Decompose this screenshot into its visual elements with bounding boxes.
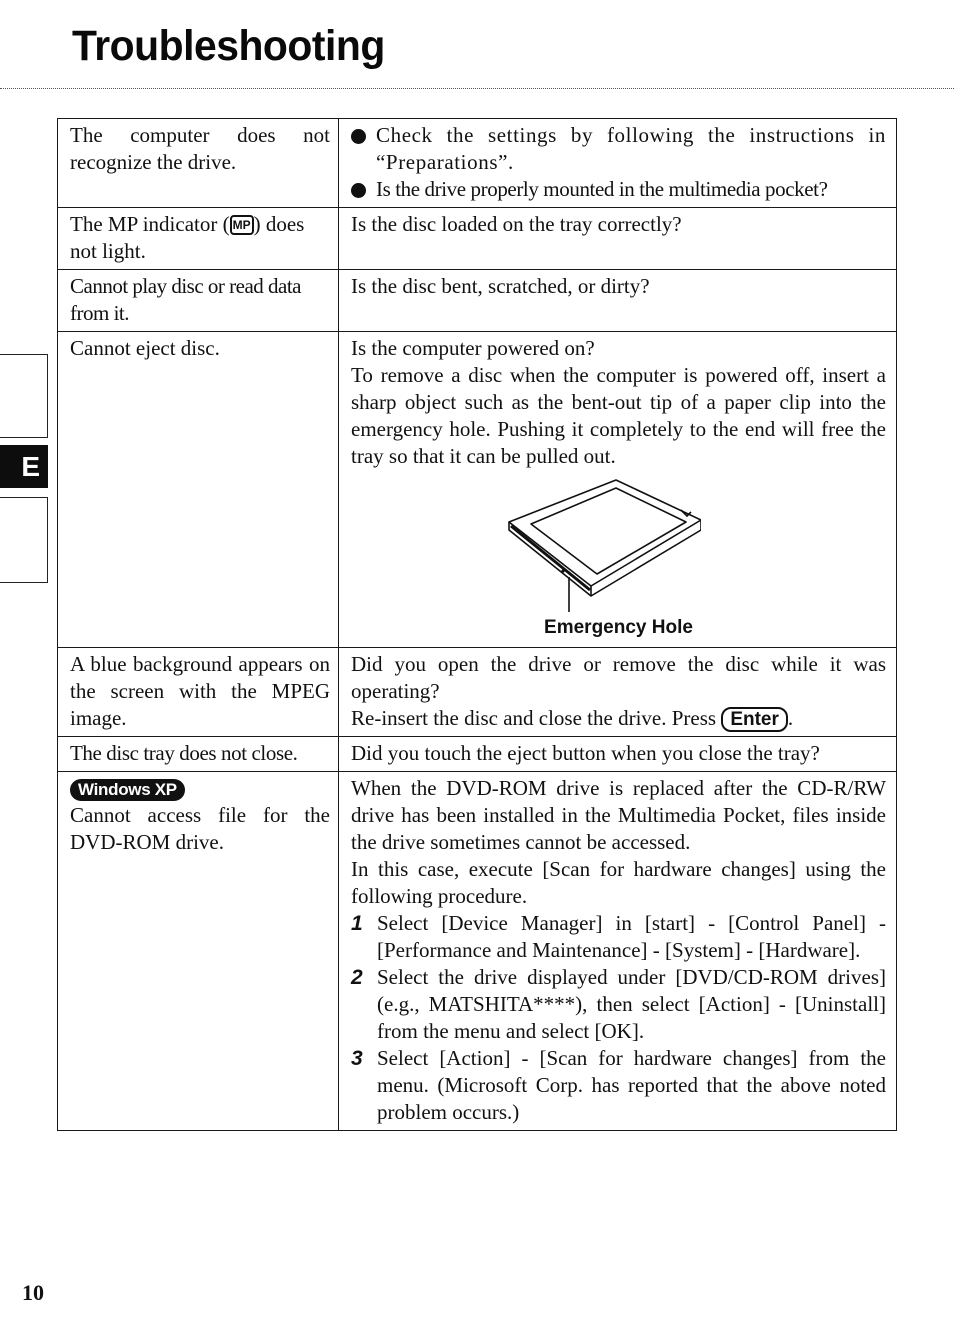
symptom-cell: The disc tray does not close. [57, 736, 339, 772]
side-tab-section: E [0, 445, 48, 488]
title-divider [0, 88, 954, 89]
table-row: The MP indicator (MP) does not light. Is… [57, 207, 897, 270]
symptom-cell: The computer does not recognize the driv… [57, 118, 339, 208]
windows-xp-badge: Windows XP [70, 779, 185, 801]
troubleshooting-table: The computer does not recognize the driv… [57, 118, 897, 1131]
remedy-cell: Check the settings by following the inst… [338, 118, 897, 208]
procedure-step: 2 Select the drive displayed under [DVD/C… [351, 965, 886, 1043]
procedure-step: 3 Select [Action] - [Scan for hardware ch… [351, 1046, 886, 1124]
remedy-cell: When the DVD-ROM drive is replaced after… [338, 771, 897, 1131]
remedy-cell: Is the disc loaded on the tray correctly… [338, 207, 897, 270]
bullet-icon [351, 183, 366, 198]
remedy-line: In this case, execute [Scan for hardware… [351, 857, 886, 908]
table-row: Cannot eject disc. Is the computer power… [57, 331, 897, 648]
page-number: 10 [22, 1280, 44, 1305]
page-title: Troubleshooting [72, 22, 385, 70]
remedy-bullet: Is the drive properly mounted in the mul… [351, 176, 886, 203]
table-row: The computer does not recognize the driv… [57, 118, 897, 208]
remedy-line: To remove a disc when the computer is po… [351, 363, 886, 468]
symptom-cell: Windows XP Cannot access file for the DV… [57, 771, 339, 1131]
symptom-cell: A blue background appears on the screen … [57, 647, 339, 737]
symptom-cell: Cannot eject disc. [57, 331, 339, 648]
remedy-cell: Did you open the drive or remove the dis… [338, 647, 897, 737]
side-tab-label: E [21, 450, 40, 482]
side-tab-blank-bottom [0, 497, 48, 583]
table-row: Cannot play disc or read data from it. I… [57, 269, 897, 332]
table-row: Windows XP Cannot access file for the DV… [57, 771, 897, 1131]
symptom-cell: The MP indicator (MP) does not light. [57, 207, 339, 270]
side-tab-blank-top [0, 354, 48, 438]
bullet-icon [351, 129, 366, 144]
procedure-step: 1 Select [Device Manager] in [start] - [C… [351, 911, 886, 962]
remedy-cell: Is the computer powered on? To remove a … [338, 331, 897, 648]
figure-caption: Emergency Hole [544, 617, 693, 638]
symptom-cell: Cannot play disc or read data from it. [57, 269, 339, 332]
table-row: A blue background appears on the screen … [57, 647, 897, 737]
mp-indicator-icon: MP [229, 215, 254, 235]
remedy-line: When the DVD-ROM drive is replaced after… [351, 776, 886, 854]
remedy-cell: Did you touch the eject button when you … [338, 736, 897, 772]
table-row: The disc tray does not close. Did you to… [57, 736, 897, 772]
enter-key-icon: Enter [721, 707, 788, 732]
symptom-text: Cannot access file for the DVD-ROM drive… [70, 803, 330, 854]
procedure-steps: 1 Select [Device Manager] in [start] - [C… [351, 910, 886, 1126]
remedy-line: Re-insert the disc and close the drive. … [351, 706, 794, 732]
remedy-cell: Is the disc bent, scratched, or dirty? [338, 269, 897, 332]
drive-figure [351, 474, 886, 614]
optical-drive-illustration [508, 479, 701, 612]
remedy-line: Did you open the drive or remove the dis… [351, 652, 886, 703]
remedy-bullet: Check the settings by following the inst… [351, 122, 886, 176]
remedy-line: Is the computer powered on? [351, 336, 595, 360]
